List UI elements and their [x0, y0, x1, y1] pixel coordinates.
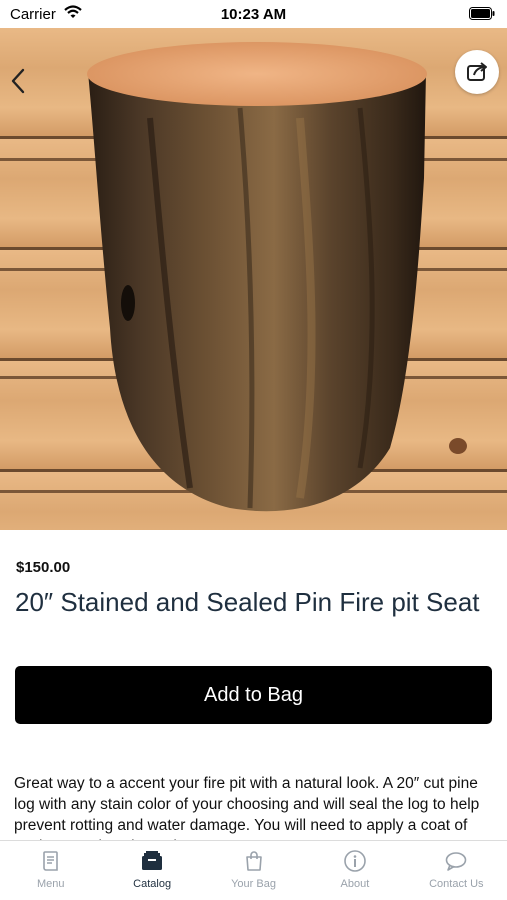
bag-icon: [245, 851, 262, 871]
info-icon: [344, 850, 366, 872]
product-image: [0, 28, 507, 530]
book-icon: [42, 851, 58, 871]
tab-contact-us[interactable]: Contact Us: [406, 841, 507, 900]
back-button[interactable]: [8, 66, 32, 96]
tab-label: Catalog: [133, 878, 172, 890]
tab-catalog[interactable]: Catalog: [101, 841, 202, 900]
product-title: 20″ Stained and Sealed Pin Fire pit Seat: [15, 587, 480, 617]
product-price: $150.00: [16, 559, 71, 576]
tab-label: Contact Us: [429, 878, 484, 890]
product-description: Great way to a accent your fire pit with…: [14, 775, 480, 840]
log-stump-image: [0, 42, 507, 512]
tab-your-bag[interactable]: Your Bag: [203, 841, 304, 900]
tab-bar: Menu Catalog Your Bag About Contact Us: [0, 840, 507, 900]
tab-label: Your Bag: [231, 878, 276, 890]
chat-icon: [446, 852, 467, 871]
status-bar: Carrier 10:23 AM: [0, 0, 507, 28]
share-button[interactable]: [455, 50, 499, 94]
tab-label: Menu: [36, 878, 65, 890]
tab-label: About: [340, 878, 370, 890]
battery-icon: [469, 7, 495, 20]
tab-about[interactable]: About: [304, 841, 405, 900]
add-to-bag-button[interactable]: Add to Bag: [15, 666, 492, 724]
tab-menu[interactable]: Menu: [0, 841, 101, 900]
status-time: 10:23 AM: [220, 6, 287, 23]
catalog-icon: [142, 851, 163, 870]
share-icon: [467, 62, 487, 81]
